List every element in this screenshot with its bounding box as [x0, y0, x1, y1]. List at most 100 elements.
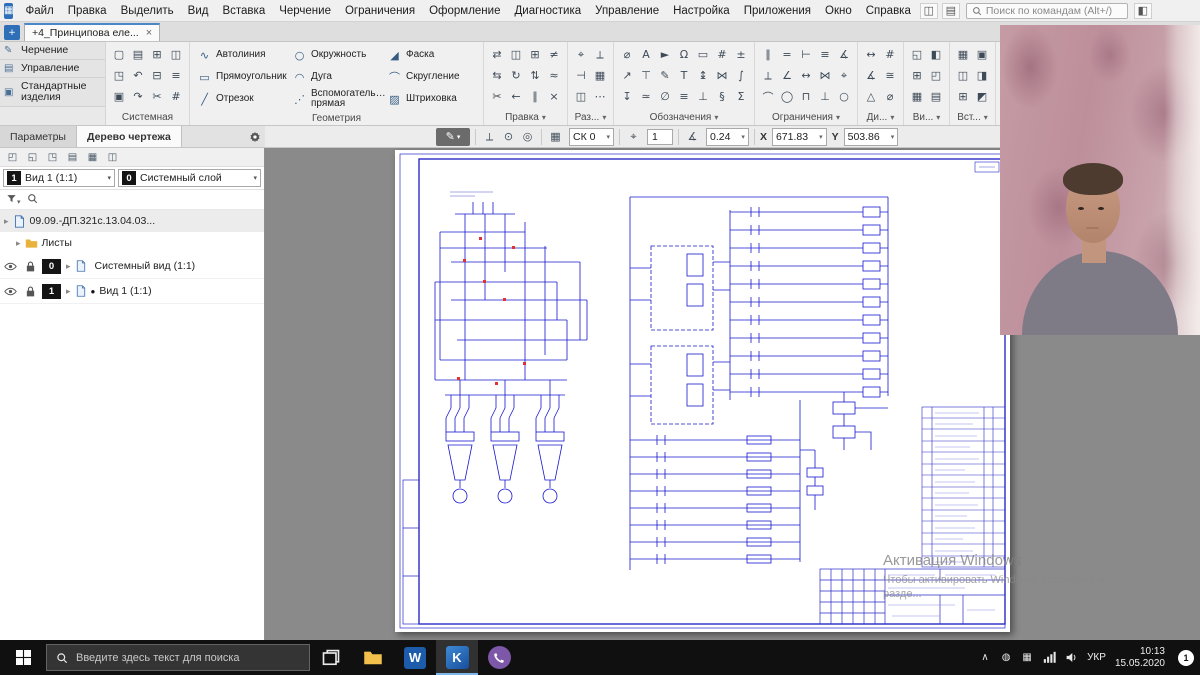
tool-icon[interactable]: ⌒ [759, 87, 777, 106]
tool-icon[interactable]: ↷ [129, 87, 147, 106]
tool-icon[interactable]: ⊞ [148, 45, 166, 64]
speaker-icon[interactable] [1065, 651, 1078, 664]
tool-icon[interactable]: ◰ [927, 66, 945, 85]
menu-item[interactable]: Окно [818, 3, 859, 19]
menu-item[interactable]: Оформление [422, 3, 507, 19]
snap-mode-icon[interactable]: ⊙ [500, 128, 517, 145]
geometry-tool-button[interactable]: ◢ Фаска [385, 45, 478, 66]
tool-icon[interactable]: ◧ [927, 45, 945, 64]
notification-badge[interactable]: 1 [1178, 650, 1194, 666]
geometry-tool-button[interactable]: ⌒ Скругление [385, 67, 478, 88]
tool-icon[interactable]: ⟂ [591, 45, 609, 64]
tool-icon[interactable]: ▭ [694, 45, 712, 64]
snap-step-field[interactable]: 1 [647, 129, 673, 145]
menubar-icon[interactable]: ▤ [942, 3, 960, 19]
tool-icon[interactable]: ⊞ [526, 45, 544, 64]
menu-item[interactable]: Вставка [215, 3, 272, 19]
tool-icon[interactable]: ◫ [954, 66, 972, 85]
menu-item[interactable]: Вид [181, 3, 216, 19]
document-tab[interactable]: +4_Принципова еле... × [24, 23, 160, 41]
tool-icon[interactable]: ≅ [881, 66, 899, 85]
tool-icon[interactable]: ◯ [778, 87, 796, 106]
tool-icon[interactable]: ⌀ [881, 87, 899, 106]
tool-icon[interactable]: ≡ [167, 66, 185, 85]
toolbar-group-label[interactable]: Ограничения [757, 110, 855, 125]
word-button[interactable]: W [394, 640, 436, 675]
panel-layout-icon[interactable]: ▦ [84, 149, 101, 165]
tool-icon[interactable]: # [713, 45, 731, 64]
tool-icon[interactable]: ▦ [908, 87, 926, 106]
tool-icon[interactable]: ► [656, 45, 674, 64]
kompas-button[interactable]: K [436, 640, 478, 675]
tool-icon[interactable]: ∡ [835, 45, 853, 64]
tool-icon[interactable]: ∥ [526, 87, 544, 106]
drawing-sheet[interactable] [395, 150, 1010, 632]
start-button[interactable] [0, 640, 46, 675]
tool-icon[interactable]: ⊥ [694, 87, 712, 106]
command-search-input[interactable]: Поиск по командам (Alt+/) [966, 3, 1128, 19]
tray-icon[interactable]: ▦ [1020, 652, 1034, 663]
view-selector[interactable]: 1 Вид 1 (1:1) [3, 169, 115, 187]
tool-icon[interactable]: ◫ [572, 87, 590, 106]
lock-icon[interactable] [20, 285, 40, 298]
mode-tab[interactable]: ▤ Управление [0, 60, 105, 78]
tab-drawing-tree[interactable]: Дерево чертежа [77, 126, 182, 147]
menu-item[interactable]: Справка [859, 3, 918, 19]
tree-item-view[interactable]: 0 Системный вид (1:1) [0, 254, 264, 279]
menu-item[interactable]: Ограничения [338, 3, 422, 19]
menu-item[interactable]: Файл [18, 3, 60, 19]
panel-layout-icon[interactable]: ◫ [104, 149, 121, 165]
tool-icon[interactable]: ▢ [110, 45, 128, 64]
tool-icon[interactable]: ✂ [148, 87, 166, 106]
tool-icon[interactable]: ⋯ [591, 87, 609, 106]
task-view-button[interactable] [310, 640, 352, 675]
tool-icon[interactable]: ↔ [797, 66, 815, 85]
tool-icon[interactable]: ⊣ [572, 66, 590, 85]
tool-icon[interactable]: ⊟ [148, 66, 166, 85]
tool-icon[interactable]: ↨ [694, 66, 712, 85]
menu-item[interactable]: Правка [61, 3, 114, 19]
tool-icon[interactable]: × [545, 87, 563, 106]
tool-icon[interactable]: ⇅ [526, 66, 544, 85]
tool-icon[interactable]: ▦ [591, 66, 609, 85]
menu-item[interactable]: Диагностика [507, 3, 588, 19]
coordinate-system-select[interactable]: СК 0 [569, 128, 614, 146]
tool-icon[interactable]: ↗ [618, 66, 636, 85]
geometry-tool-button[interactable]: ▭ Прямоугольник [195, 67, 288, 88]
tool-icon[interactable]: = [778, 45, 796, 64]
tool-icon[interactable]: ≡ [675, 87, 693, 106]
network-icon[interactable] [1043, 651, 1056, 664]
snap-mode-icon[interactable]: ⟂ [481, 128, 498, 145]
viber-button[interactable] [478, 640, 520, 675]
snap-mode-icon[interactable]: ◎ [519, 128, 536, 145]
visibility-eye-icon[interactable] [0, 260, 20, 273]
clock[interactable]: 10:13 15.05.2020 [1115, 646, 1165, 670]
tree-search-icon[interactable] [27, 193, 38, 207]
tool-icon[interactable]: ⇆ [488, 66, 506, 85]
panel-layout-icon[interactable]: ◰ [4, 149, 21, 165]
tool-icon[interactable]: Ω [675, 45, 693, 64]
tool-icon[interactable]: ∠ [778, 66, 796, 85]
style-pencil-button[interactable]: ✎ [436, 128, 470, 146]
tool-icon[interactable]: ≈ [545, 66, 563, 85]
toolbar-group-label[interactable]: Обозначения [616, 110, 752, 125]
tool-icon[interactable]: # [881, 45, 899, 64]
mode-tab[interactable]: ✎ Черчение [0, 42, 105, 60]
tool-icon[interactable]: ▣ [110, 87, 128, 106]
y-coordinate-field[interactable]: 503.86 [844, 128, 899, 146]
menu-item[interactable]: Настройка [666, 3, 737, 19]
tool-icon[interactable]: △ [862, 87, 880, 106]
tool-icon[interactable]: ∡ [862, 66, 880, 85]
taskbar-search-input[interactable]: Введите здесь текст для поиска [46, 644, 310, 671]
tool-icon[interactable]: ∥ [759, 45, 777, 64]
visibility-eye-icon[interactable] [0, 285, 20, 298]
geometry-tool-button[interactable]: ◠ Дуга [290, 67, 383, 88]
panel-layout-icon[interactable]: ◱ [24, 149, 41, 165]
tool-icon[interactable]: ▤ [927, 87, 945, 106]
tool-icon[interactable]: ▦ [954, 45, 972, 64]
tool-icon[interactable]: ↻ [507, 66, 525, 85]
menubar-icon[interactable]: ◫ [920, 3, 938, 19]
tool-icon[interactable]: # [167, 87, 185, 106]
tool-icon[interactable]: ± [732, 45, 750, 64]
tool-icon[interactable]: ↶ [129, 66, 147, 85]
